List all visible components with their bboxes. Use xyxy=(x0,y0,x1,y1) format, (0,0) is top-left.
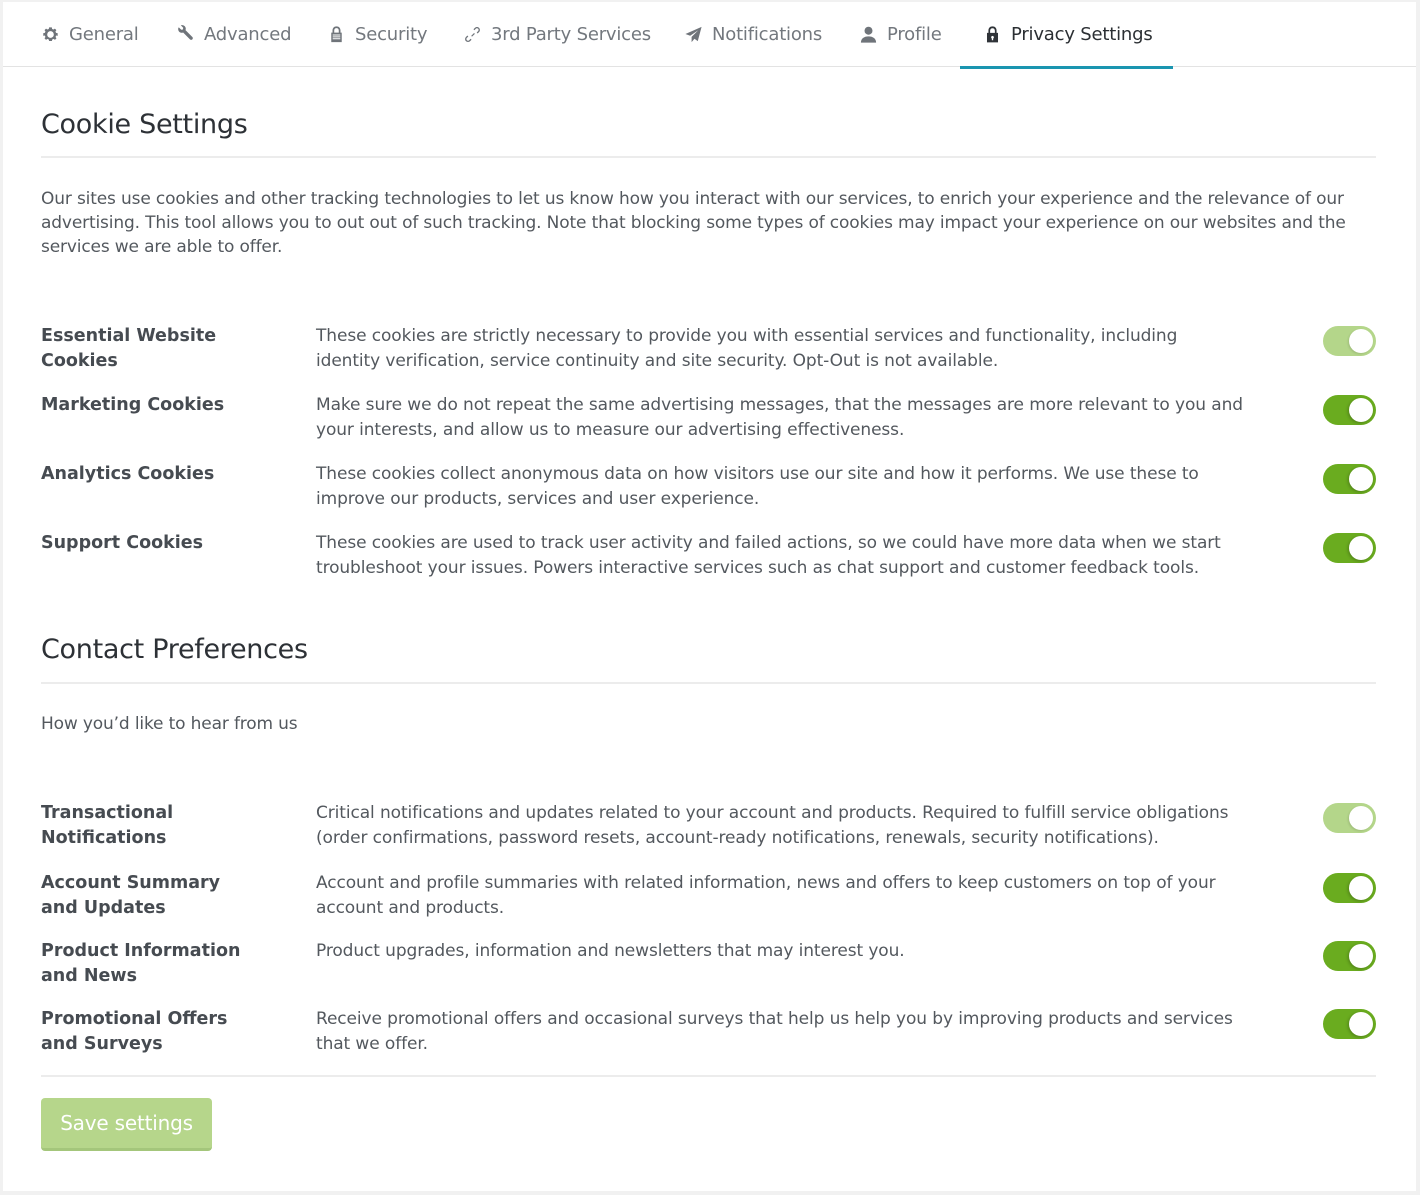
tab-general[interactable]: General xyxy=(40,2,139,67)
cookie-description: These cookies are used to track user act… xyxy=(316,533,1221,578)
tab-label: Profile xyxy=(887,24,942,45)
tab-label: Notifications xyxy=(712,24,823,45)
lock-icon xyxy=(982,25,1002,45)
cookie-label: Essential Website Cookies xyxy=(41,326,217,371)
marketing-cookies-toggle[interactable] xyxy=(1323,395,1376,425)
cookie-settings-heading: Cookie Settings xyxy=(41,109,248,140)
cookie-label: Support Cookies xyxy=(41,533,204,553)
tab-profile[interactable]: Profile xyxy=(858,2,942,67)
tab-advanced[interactable]: Advanced xyxy=(175,2,292,67)
padlock-icon xyxy=(326,25,346,45)
tab-notifications[interactable]: Notifications xyxy=(683,2,822,67)
save-settings-button[interactable]: Save settings xyxy=(41,1098,212,1151)
contact-description: Critical notifications and updates relat… xyxy=(316,803,1229,848)
product-information-toggle[interactable] xyxy=(1323,941,1376,971)
divider xyxy=(41,1075,1376,1077)
toggle-knob xyxy=(1349,944,1373,968)
transactional-notifications-toggle[interactable] xyxy=(1323,803,1376,833)
wrench-icon xyxy=(175,25,195,45)
cookie-description: These cookies are strictly necessary to … xyxy=(316,326,1178,371)
contact-preferences-intro: How you’d like to hear from us xyxy=(41,714,298,734)
tab-privacy-settings[interactable]: Privacy Settings xyxy=(960,2,1173,69)
tab-label: Privacy Settings xyxy=(1011,24,1153,45)
contact-label: Product Information and News xyxy=(41,941,241,986)
analytics-cookies-toggle[interactable] xyxy=(1323,464,1376,494)
toggle-knob xyxy=(1349,876,1373,900)
divider xyxy=(41,682,1376,684)
contact-description: Receive promotional offers and occasiona… xyxy=(316,1009,1233,1054)
tab-label: 3rd Party Services xyxy=(491,24,651,45)
gear-icon xyxy=(40,25,60,45)
toggle-knob xyxy=(1349,806,1373,830)
tab-label: Advanced xyxy=(204,24,292,45)
contact-preferences-heading: Contact Preferences xyxy=(41,634,308,665)
toggle-knob xyxy=(1349,1012,1373,1036)
contact-label: Transactional Notifications xyxy=(41,803,174,848)
paper-plane-icon xyxy=(683,25,703,45)
contact-description: Product upgrades, information and newsle… xyxy=(316,941,905,961)
cookie-label: Analytics Cookies xyxy=(41,464,215,484)
toggle-knob xyxy=(1349,329,1373,353)
toggle-knob xyxy=(1349,536,1373,560)
tab-label: Security xyxy=(355,24,428,45)
contact-description: Account and profile summaries with relat… xyxy=(316,873,1216,918)
toggle-knob xyxy=(1349,398,1373,422)
cookie-description: Make sure we do not repeat the same adve… xyxy=(316,395,1243,440)
promotional-offers-toggle[interactable] xyxy=(1323,1009,1376,1039)
support-cookies-toggle[interactable] xyxy=(1323,533,1376,563)
cookie-settings-intro: Our sites use cookies and other tracking… xyxy=(41,189,1346,257)
settings-panel: General Advanced Security 3rd Party Serv… xyxy=(3,2,1416,1191)
contact-label: Promotional Offers and Surveys xyxy=(41,1009,228,1054)
divider xyxy=(41,156,1376,158)
account-summary-toggle[interactable] xyxy=(1323,873,1376,903)
tab-security[interactable]: Security xyxy=(326,2,428,67)
tab-3rd-party-services[interactable]: 3rd Party Services xyxy=(462,2,651,67)
tab-label: General xyxy=(69,24,139,45)
contact-label: Account Summary and Updates xyxy=(41,873,221,918)
link-icon xyxy=(462,25,482,45)
toggle-knob xyxy=(1349,467,1373,491)
settings-tabs: General Advanced Security 3rd Party Serv… xyxy=(3,2,1416,69)
user-icon xyxy=(858,25,878,45)
essential-cookies-toggle[interactable] xyxy=(1323,326,1376,356)
cookie-label: Marketing Cookies xyxy=(41,395,225,415)
cookie-description: These cookies collect anonymous data on … xyxy=(316,464,1199,509)
